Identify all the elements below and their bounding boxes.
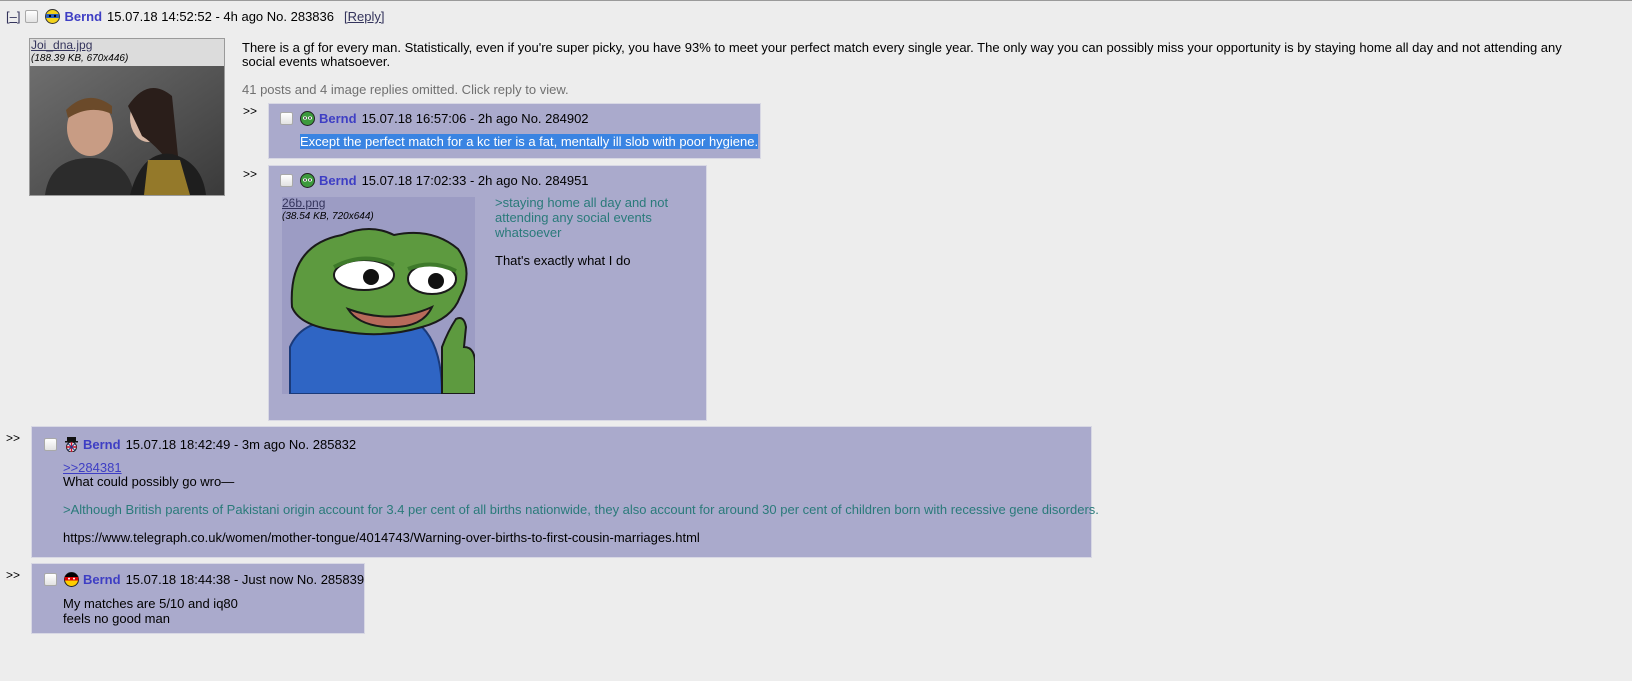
reply-post: Bernd 15.07.18 18:44:38 - Just now No. 2… bbox=[31, 563, 365, 634]
poster-name: Bernd bbox=[64, 9, 103, 24]
post-checkbox[interactable] bbox=[44, 573, 57, 586]
reply-body: >>284381 What could possibly go wro— >Al… bbox=[63, 461, 1099, 545]
reply-body: My matches are 5/10 and iq80 feels no go… bbox=[63, 596, 238, 626]
flag-icon bbox=[64, 437, 79, 452]
op-file-link[interactable]: Joi_dna.jpg bbox=[31, 39, 128, 52]
greentext-quote: >staying home all day and not attending … bbox=[495, 195, 668, 240]
reply-header: Bernd 15.07.18 17:02:33 - 2h ago No. 284… bbox=[280, 173, 589, 188]
op-file-info: (188.39 KB, 670x446) bbox=[31, 53, 129, 64]
flag-icon bbox=[300, 173, 315, 188]
reply-file-link[interactable]: 26b.png bbox=[282, 197, 374, 210]
quote-link[interactable]: >>284381 bbox=[63, 461, 1099, 475]
hide-thread-button[interactable]: [–] bbox=[6, 9, 20, 24]
pepe-thumbnail[interactable] bbox=[282, 197, 477, 395]
post-checkbox[interactable] bbox=[280, 174, 293, 187]
reply-post: Bernd 15.07.18 17:02:33 - 2h ago No. 284… bbox=[268, 165, 707, 421]
poster-name: Bernd bbox=[83, 437, 121, 452]
reply-text-line: What could possibly go wro— bbox=[63, 474, 235, 489]
reply-text-line: feels no good man bbox=[63, 611, 170, 626]
reply-header: Bernd 15.07.18 18:42:49 - 3m ago No. 285… bbox=[44, 437, 356, 452]
poster-name: Bernd bbox=[319, 173, 357, 188]
flag-icon bbox=[64, 572, 79, 587]
greentext-quote: >Although British parents of Pakistani o… bbox=[63, 502, 1099, 517]
post-meta: 15.07.18 16:57:06 - 2h ago No. 284902 bbox=[361, 111, 589, 126]
post-meta: 15.07.18 18:44:38 - Just now No. 285839 bbox=[125, 572, 365, 587]
reply-arrows: >> bbox=[6, 568, 21, 582]
top-divider bbox=[0, 0, 1632, 1]
greentext-line: >staying home all day and not bbox=[495, 195, 669, 210]
post-meta: 15.07.18 17:02:33 - 2h ago No. 284951 bbox=[361, 173, 589, 188]
op-body: There is a gf for every man. Statistical… bbox=[242, 41, 1562, 69]
omitted-notice: 41 posts and 4 image replies omitted. Cl… bbox=[242, 82, 569, 97]
op-thumbnail[interactable] bbox=[30, 66, 224, 195]
reply-post: Bernd 15.07.18 18:42:49 - 3m ago No. 285… bbox=[31, 426, 1099, 558]
reply-header: Bernd 15.07.18 16:57:06 - 2h ago No. 284… bbox=[280, 111, 589, 126]
reply-body: Except the perfect match for a kc tier i… bbox=[300, 134, 759, 149]
op-image-container: Joi_dna.jpg (188.39 KB, 670x446) bbox=[29, 38, 225, 196]
op-body-line: There is a gf for every man. Statistical… bbox=[242, 40, 1562, 55]
reply-image-container: 26b.png (38.54 KB, 720x644) bbox=[282, 197, 477, 395]
poster-name: Bernd bbox=[83, 572, 121, 587]
poster-name: Bernd bbox=[319, 111, 357, 126]
reply-arrows: >> bbox=[243, 104, 258, 118]
reply-link[interactable]: [Reply] bbox=[344, 9, 384, 24]
op-header: [–] Bernd 15.07.18 14:52:52 - 4h ago No.… bbox=[6, 9, 384, 24]
post-meta: 15.07.18 18:42:49 - 3m ago No. 285832 bbox=[125, 437, 357, 452]
reply-arrows: >> bbox=[6, 431, 21, 445]
reply-text: Except the perfect match for a kc tier i… bbox=[300, 134, 759, 149]
flag-icon bbox=[300, 111, 315, 126]
post-checkbox[interactable] bbox=[280, 112, 293, 125]
greentext-line: attending any social events bbox=[495, 210, 652, 225]
reply-file-info: (38.54 KB, 720x644) bbox=[282, 211, 374, 222]
reply-arrows: >> bbox=[243, 167, 258, 181]
reply-text: That's exactly what I do bbox=[495, 253, 631, 268]
url-text: https://www.telegraph.co.uk/women/mother… bbox=[63, 530, 700, 545]
post-meta: 15.07.18 14:52:52 - 4h ago No. 283836 bbox=[107, 9, 334, 24]
post-checkbox[interactable] bbox=[44, 438, 57, 451]
flag-icon bbox=[45, 9, 61, 24]
reply-header: Bernd 15.07.18 18:44:38 - Just now No. 2… bbox=[44, 572, 364, 587]
greentext-line: whatsoever bbox=[495, 225, 562, 240]
op-body-line: social events whatsoever. bbox=[242, 54, 391, 69]
reply-text-line: My matches are 5/10 and iq80 bbox=[63, 596, 238, 611]
post-checkbox[interactable] bbox=[25, 10, 39, 23]
reply-post: Bernd 15.07.18 16:57:06 - 2h ago No. 284… bbox=[268, 103, 761, 159]
